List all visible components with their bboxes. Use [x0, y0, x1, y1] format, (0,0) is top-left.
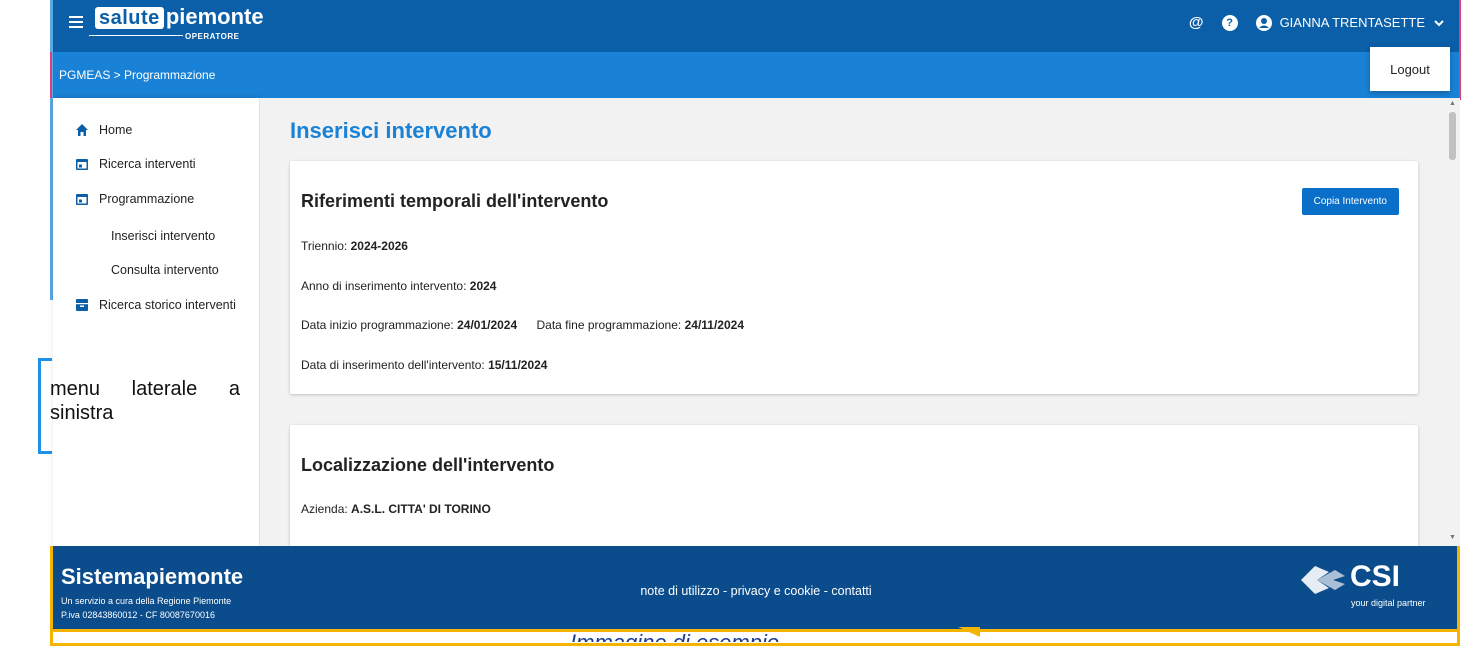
sidebar-item-ricerca-storico[interactable]: Ricerca storico interventi	[75, 298, 236, 312]
home-icon	[76, 124, 88, 136]
header-actions: @ ? GIANNA TRENTASETTE	[1189, 14, 1445, 31]
footer: Sistemapiemonte Un servizio a cura della…	[53, 546, 1459, 629]
csi-wordmark: CSI	[1350, 560, 1401, 593]
calendar-icon	[76, 159, 88, 170]
calendar-icon	[76, 194, 88, 205]
sidebar-item-inserisci-intervento[interactable]: Inserisci intervento	[111, 229, 215, 243]
inizio-value: 24/01/2024	[457, 318, 518, 332]
logout-button[interactable]: Logout	[1370, 47, 1450, 91]
azienda-label: Azienda:	[301, 502, 348, 516]
scrollbar-thumb[interactable]	[1449, 112, 1456, 160]
sidebar-item-home[interactable]: Home	[75, 123, 132, 137]
chevron-down-icon[interactable]	[1433, 18, 1445, 28]
sidebar-item-consulta-intervento[interactable]: Consulta intervento	[111, 263, 219, 277]
azienda-value: A.S.L. CITTA' DI TORINO	[351, 502, 491, 516]
csi-emblem-icon	[1301, 566, 1345, 594]
salute-piemonte-logo[interactable]: salute piemonte OPERATORE	[89, 4, 264, 41]
copy-intervento-button[interactable]: Copia Intervento	[1301, 188, 1399, 215]
programmazione-dates-row: Data inizio programmazione: 24/01/2024 D…	[301, 318, 744, 332]
at-icon[interactable]: @	[1189, 14, 1204, 31]
help-icon[interactable]: ?	[1221, 14, 1238, 31]
fine-value: 24/11/2024	[684, 318, 744, 332]
example-caption: Immagine di esempio	[570, 628, 779, 642]
archive-icon	[76, 299, 88, 311]
annotation-bracket	[38, 451, 52, 454]
fine-label: Data fine programmazione:	[536, 318, 682, 332]
triennio-label: Triennio:	[301, 239, 348, 253]
example-frame-right	[1457, 546, 1460, 646]
anno-label: Anno di inserimento intervento:	[301, 279, 467, 293]
breadcrumb[interactable]: PGMEAS > Programmazione	[59, 68, 215, 82]
sidebar-item-ricerca-interventi[interactable]: Ricerca interventi	[75, 157, 196, 171]
logo-operatore: OPERATORE	[185, 32, 240, 41]
azienda-row: Azienda: A.S.L. CITTA' DI TORINO	[301, 502, 491, 516]
sidebar-item-label: Ricerca storico interventi	[99, 298, 236, 312]
sidebar-item-label: Ricerca interventi	[99, 157, 196, 171]
csi-tagline: your digital partner	[1351, 598, 1426, 608]
breadcrumb-bar: PGMEAS > Programmazione	[53, 52, 1459, 98]
inserimento-label: Data di inserimento dell'intervento:	[301, 358, 485, 372]
sidebar-item-label: Programmazione	[99, 192, 195, 206]
annotation-frame-left-pink	[50, 52, 52, 98]
menu-icon[interactable]	[69, 16, 83, 28]
anno-value: 2024	[469, 279, 497, 293]
main-content: Inserisci intervento Riferimenti tempora…	[260, 98, 1446, 548]
card-heading: Localizzazione dell'intervento	[301, 455, 555, 475]
scroll-up-icon[interactable]: ▲	[1449, 100, 1456, 107]
user-menu[interactable]: GIANNA TRENTASETTE	[1255, 14, 1445, 31]
sidebar: Home Ricerca interventi Programmazione I…	[53, 98, 259, 548]
annotation-label: menu laterale a sinistra	[50, 378, 240, 424]
logo-divider	[89, 35, 183, 36]
top-bar: salute piemonte OPERATORE @ ? GIANNA TREN…	[53, 0, 1459, 52]
annotation-bracket	[38, 358, 41, 454]
csi-logo: CSI your digital partner	[1295, 560, 1455, 610]
footer-links[interactable]: note di utilizzo - privacy e cookie - co…	[53, 584, 1459, 598]
scroll-down-icon[interactable]: ▼	[1449, 534, 1456, 541]
inserimento-value: 15/11/2024	[488, 358, 548, 372]
footer-line2: P.iva 02843860012 - CF 80087670016	[61, 610, 215, 620]
sidebar-item-label: Home	[99, 123, 133, 137]
user-name: GIANNA TRENTASETTE	[1279, 15, 1425, 30]
card-riferimenti-temporali: Riferimenti temporali dell'intervento Co…	[290, 161, 1418, 394]
page-title: Inserisci intervento	[290, 118, 492, 143]
triennio-row: Triennio: 2024-2026	[301, 239, 408, 253]
card-heading: Riferimenti temporali dell'intervento	[301, 191, 609, 211]
inizio-label: Data inizio programmazione:	[301, 318, 454, 332]
triennio-value: 2024-2026	[350, 239, 408, 253]
inserimento-row: Data di inserimento dell'intervento: 15/…	[301, 358, 547, 372]
scrollbar[interactable]: ▲ ▼	[1446, 98, 1460, 548]
sidebar-item-programmazione[interactable]: Programmazione	[75, 192, 194, 206]
logo-salute: salute	[95, 7, 164, 29]
arrow-icon	[958, 627, 980, 637]
user-icon	[1255, 14, 1272, 31]
anno-row: Anno di inserimento intervento: 2024	[301, 279, 496, 293]
example-frame-left	[50, 546, 53, 646]
card-localizzazione: Localizzazione dell'intervento Azienda: …	[290, 425, 1418, 548]
logo-piemonte: piemonte	[165, 4, 264, 29]
